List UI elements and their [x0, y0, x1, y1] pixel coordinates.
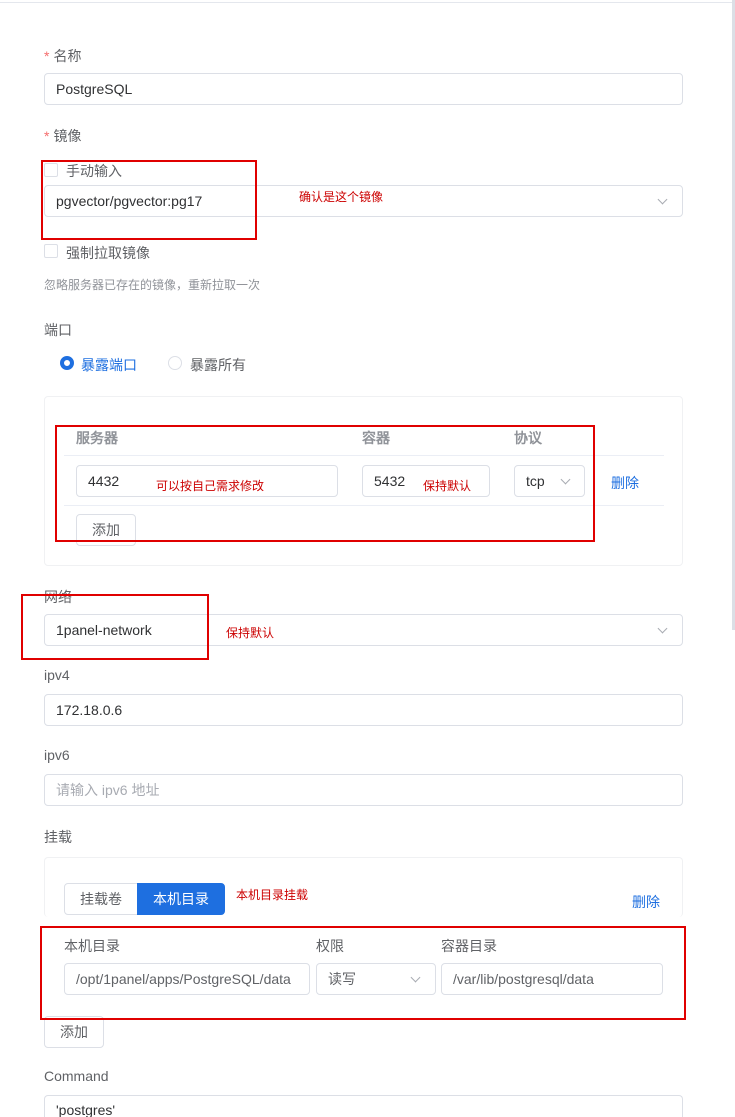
top-divider [0, 0, 735, 3]
force-pull-label: 强制拉取镜像 [66, 245, 150, 261]
required-mark: * [44, 48, 50, 64]
annotation-mount-note: 本机目录挂载 [236, 888, 309, 902]
annotation-network-note: 保持默认 [226, 626, 275, 640]
annotation-port-note: 可以按自己需求修改 [156, 479, 265, 493]
mount-delete-link[interactable]: 删除 [632, 892, 660, 912]
port-label: 端口 [44, 322, 72, 338]
name-input[interactable]: PostgreSQL [44, 73, 683, 105]
annotation-box-image [41, 160, 257, 240]
ipv4-input[interactable]: 172.18.0.6 [44, 694, 683, 726]
annotation-box-ports [55, 425, 595, 542]
radio-expose-all[interactable] [168, 356, 182, 370]
required-mark: * [44, 128, 50, 144]
command-input[interactable]: 'postgres' [44, 1095, 683, 1117]
mount-label: 挂载 [44, 829, 72, 845]
radio-expose-all-label: 暴露所有 [190, 357, 246, 373]
port-delete-link[interactable]: 删除 [611, 473, 639, 493]
radio-expose-port[interactable] [60, 356, 74, 370]
mount-add-button[interactable]: 添加 [44, 1016, 104, 1048]
ipv6-input[interactable]: 请输入 ipv6 地址 [44, 774, 683, 806]
ipv6-label: ipv6 [44, 747, 70, 763]
tab-volume[interactable]: 挂载卷 [64, 883, 138, 915]
annotation-box-network [21, 594, 209, 660]
annotation-container-note: 保持默认 [423, 479, 472, 493]
force-pull-checkbox[interactable] [44, 244, 58, 258]
annotation-box-mount [40, 926, 686, 1020]
ipv4-label: ipv4 [44, 667, 70, 683]
annotation-image-note: 确认是这个镜像 [299, 190, 384, 204]
command-label: Command [44, 1068, 109, 1084]
force-pull-hint: 忽略服务器已存在的镜像，重新拉取一次 [44, 278, 261, 292]
name-label: * 名称 [44, 48, 82, 64]
image-label: * 镜像 [44, 128, 82, 144]
radio-expose-port-label: 暴露端口 [81, 357, 137, 373]
tab-host-dir[interactable]: 本机目录 [137, 883, 225, 915]
